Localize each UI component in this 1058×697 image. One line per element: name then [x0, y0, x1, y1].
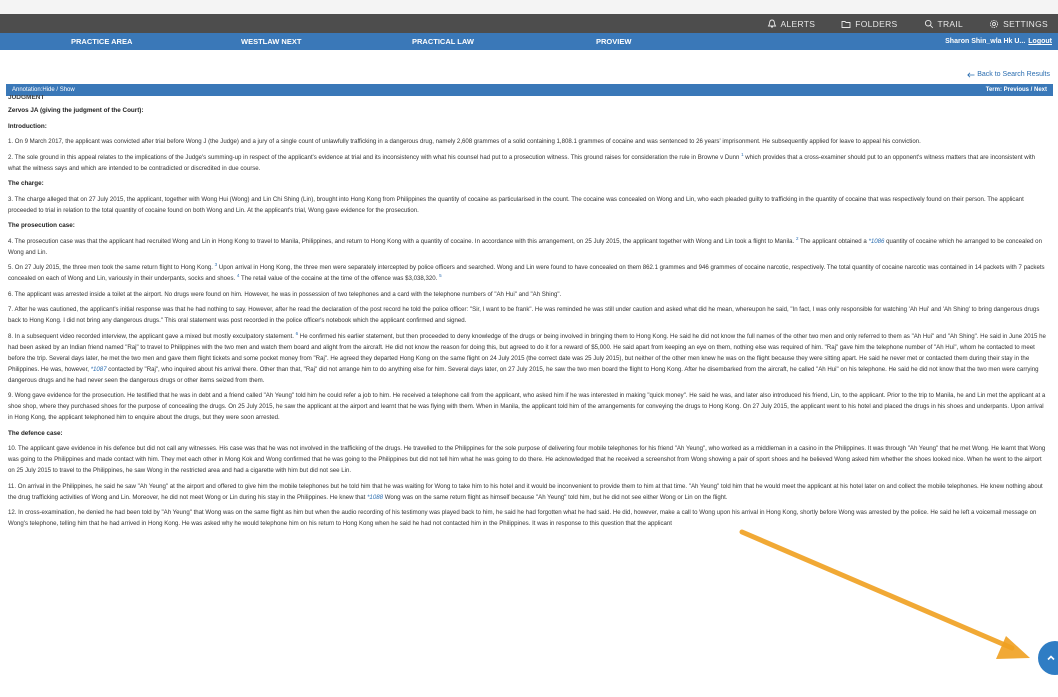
arrow-head — [996, 636, 1030, 659]
main-nav: PRACTICE AREA WESTLAW NEXT PRACTICAL LAW… — [0, 33, 1058, 50]
paragraph-4-text-b: The applicant obtained a — [798, 237, 869, 245]
paragraph-8: 8. In a subsequent video recorded interv… — [8, 331, 1048, 386]
nav-practice-area[interactable]: PRACTICE AREA — [71, 37, 132, 46]
utility-bar: ALERTS FOLDERS TRAIL SETTINGS — [0, 14, 1058, 33]
alerts-link[interactable]: ALERTS — [767, 19, 816, 29]
star-page-1088: *1088 — [367, 493, 383, 501]
judge-line: Zervos JA (giving the judgment of the Co… — [8, 107, 144, 114]
footnote-5-link[interactable]: 5 — [439, 273, 442, 278]
paragraph-2: 2. The sole ground in this appeal relate… — [8, 152, 1048, 174]
paragraph-11: 11. On arrival in the Philippines, he sa… — [8, 481, 1048, 503]
paragraph-9: 9. Wong gave evidence for the prosecutio… — [8, 392, 1046, 421]
top-strip — [0, 0, 1058, 14]
user-name[interactable]: Sharon Shin_wla Hk U... — [945, 38, 1025, 45]
paragraph-6: 6. The applicant was arrested inside a t… — [8, 290, 562, 298]
paragraph-5: 5. On 27 July 2015, the three men took t… — [8, 262, 1048, 284]
section-heading-partial: JUDGMENT — [8, 95, 45, 101]
paragraph-4: 4. The prosecution case was that the app… — [8, 236, 1048, 258]
arrow-shaft — [739, 529, 1015, 651]
paragraph-7: 7. After he was cautioned, the applicant… — [8, 306, 1040, 324]
paragraph-2-text-a: 2. The sole ground in this appeal relate… — [8, 153, 742, 161]
back-to-results-link[interactable]: Back to Search Results — [967, 71, 1050, 78]
judgment-document: JUDGMENT Zervos JA (giving the judgment … — [8, 95, 1048, 534]
heading-introduction: Introduction: — [8, 122, 47, 130]
paragraph-10: 10. The applicant gave evidence in his d… — [8, 445, 1046, 474]
term-navigation[interactable]: Term: Previous / Next — [986, 87, 1047, 93]
paragraph-5-text-c: The retail value of the cocaine at the t… — [239, 275, 440, 282]
scroll-to-top-button[interactable] — [1038, 641, 1058, 675]
star-page-1087: *1087 — [90, 365, 107, 373]
trail-label: TRAIL — [937, 18, 964, 29]
paragraph-4-text-a: 4. The prosecution case was that the app… — [8, 237, 796, 245]
chevron-up-icon — [1047, 655, 1055, 661]
folders-label: FOLDERS — [855, 18, 898, 29]
nav-westlaw-next[interactable]: WESTLAW NEXT — [241, 37, 301, 46]
bell-icon — [767, 19, 776, 27]
settings-link[interactable]: SETTINGS — [989, 19, 1048, 29]
nav-proview[interactable]: PROVIEW — [596, 37, 631, 46]
back-arrow-icon — [967, 72, 975, 77]
user-area: Sharon Shin_wla Hk U... Logout — [945, 38, 1052, 45]
folder-icon — [841, 20, 851, 28]
settings-label: SETTINGS — [1003, 18, 1048, 29]
star-page-1086: *1086 — [868, 237, 885, 245]
trail-link[interactable]: TRAIL — [924, 19, 964, 29]
gear-icon — [990, 19, 999, 28]
paragraph-8-text-a: 8. In a subsequent video recorded interv… — [8, 332, 296, 340]
logout-link[interactable]: Logout — [1028, 38, 1052, 45]
paragraph-5-text-a: 5. On 27 July 2015, the three men took t… — [8, 264, 215, 271]
annotation-toggle[interactable]: Annotation:Hide / Show — [12, 87, 75, 93]
paragraph-12: 12. In cross-examination, he denied he h… — [8, 509, 1037, 527]
folders-link[interactable]: FOLDERS — [841, 19, 897, 29]
alerts-label: ALERTS — [780, 18, 816, 29]
heading-charge: The charge: — [8, 180, 44, 187]
paragraph-1: 1. On 9 March 2017, the applicant was co… — [8, 138, 921, 145]
nav-practical-law[interactable]: PRACTICAL LAW — [412, 37, 474, 46]
back-to-results-label: Back to Search Results — [977, 71, 1050, 78]
heading-prosecution-case: The prosecution case: — [8, 222, 75, 229]
paragraph-3: 3. The charge alleged that on 27 July 20… — [8, 195, 1024, 214]
paragraph-11-text-b: Wong was on the same return flight as hi… — [383, 493, 728, 501]
search-icon — [924, 19, 933, 28]
paragraph-8-text-c: contacted by "Raj", who inquired about h… — [8, 365, 1039, 384]
heading-defence-case: The defence case: — [8, 429, 63, 437]
